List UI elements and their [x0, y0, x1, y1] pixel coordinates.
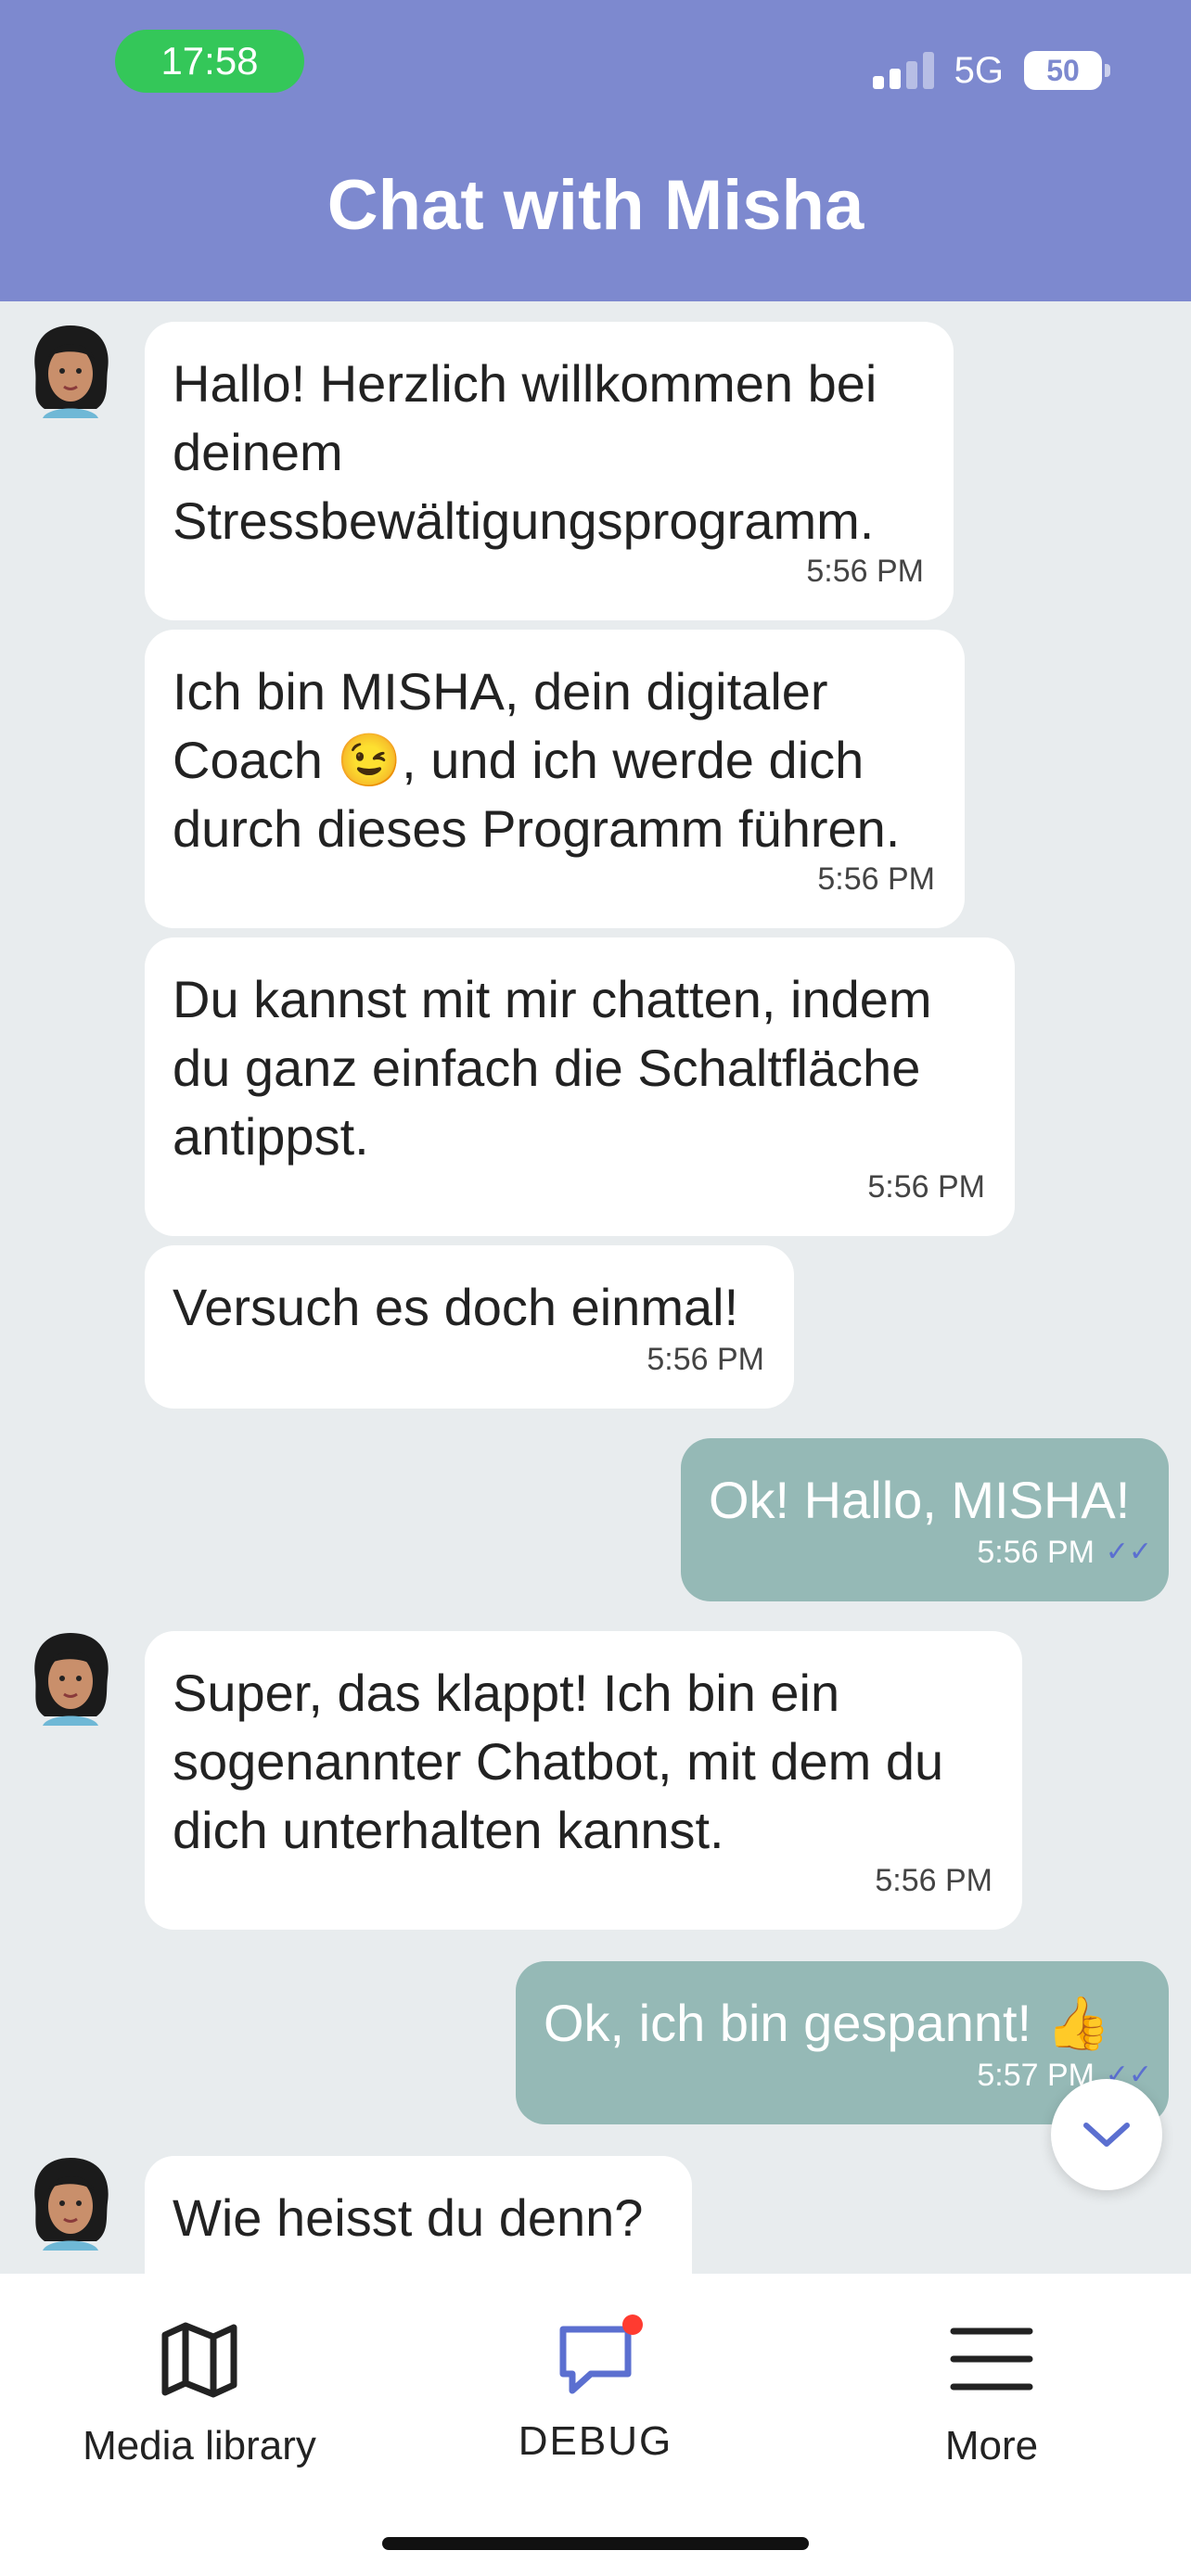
message-time: 5:56 PM	[647, 1342, 764, 1377]
tab-media-library[interactable]: Media library	[37, 2320, 362, 2469]
message-time: 5:56 PM	[817, 861, 935, 897]
menu-icon	[950, 2327, 1033, 2391]
message-time: 5:56 PM	[867, 1169, 985, 1205]
message-bubble-incoming: Super, das klappt! Ich bin ein sogenannt…	[145, 1631, 1022, 1930]
map-icon	[161, 2322, 237, 2398]
tab-label: More	[944, 2423, 1039, 2468]
read-receipt-icon: ✓✓	[1105, 1537, 1152, 1567]
message-text: Ich bin MISHA, dein digitaler Coach 😉, u…	[173, 662, 901, 858]
message-text: Hallo! Herzlich willkommen bei deinem St…	[173, 354, 877, 550]
tab-more[interactable]: More	[829, 2320, 1154, 2469]
message-bubble-outgoing: Ok! Hallo, MISHA! 5:56 PM ✓✓	[681, 1438, 1169, 1601]
signal-icon	[872, 52, 934, 89]
misha-avatar	[34, 325, 109, 418]
message-text: Super, das klappt! Ich bin ein sogenannt…	[173, 1664, 944, 1859]
tab-chat[interactable]: DEBUG	[433, 2315, 758, 2465]
status-time: 17:58	[115, 30, 304, 93]
message-time: 5:56 PM	[806, 554, 924, 589]
misha-avatar	[34, 1633, 109, 1726]
page-title: Chat with Misha	[327, 166, 864, 245]
message-bubble-incoming: Ich bin MISHA, dein digitaler Coach 😉, u…	[145, 630, 965, 928]
message-text: Wie heisst du denn?	[173, 2188, 644, 2247]
misha-avatar	[34, 2158, 109, 2251]
message-bubble-incoming: Hallo! Herzlich willkommen bei deinem St…	[145, 322, 954, 620]
message-text: Du kannst mit mir chatten, indem du ganz…	[173, 970, 932, 1166]
bottom-tab-bar: Media library DEBUG More	[0, 2274, 1191, 2576]
battery-icon: 50	[1024, 51, 1110, 90]
message-time: 5:56 PM	[977, 1535, 1095, 1570]
tab-label: DEBUG	[518, 2418, 673, 2464]
chat-thread[interactable]: Hallo! Herzlich willkommen bei deinem St…	[0, 301, 1191, 2274]
notification-badge	[622, 2315, 643, 2335]
app-header: 17:58 5G 50 Chat with Misha	[0, 0, 1191, 301]
message-time: 5:56 PM	[875, 1863, 992, 1898]
home-indicator	[382, 2537, 809, 2550]
message-bubble-incoming: Versuch es doch einmal! 5:56 PM	[145, 1245, 794, 1409]
chevron-down-icon	[1083, 2123, 1130, 2147]
scroll-down-button[interactable]	[1051, 2079, 1162, 2190]
message-bubble-incoming: Du kannst mit mir chatten, indem du ganz…	[145, 937, 1015, 1236]
tab-label: Media library	[83, 2423, 316, 2468]
message-bubble-incoming: Wie heisst du denn?	[145, 2156, 692, 2274]
status-indicators: 5G 50	[872, 37, 1110, 104]
network-type: 5G	[954, 49, 1004, 91]
